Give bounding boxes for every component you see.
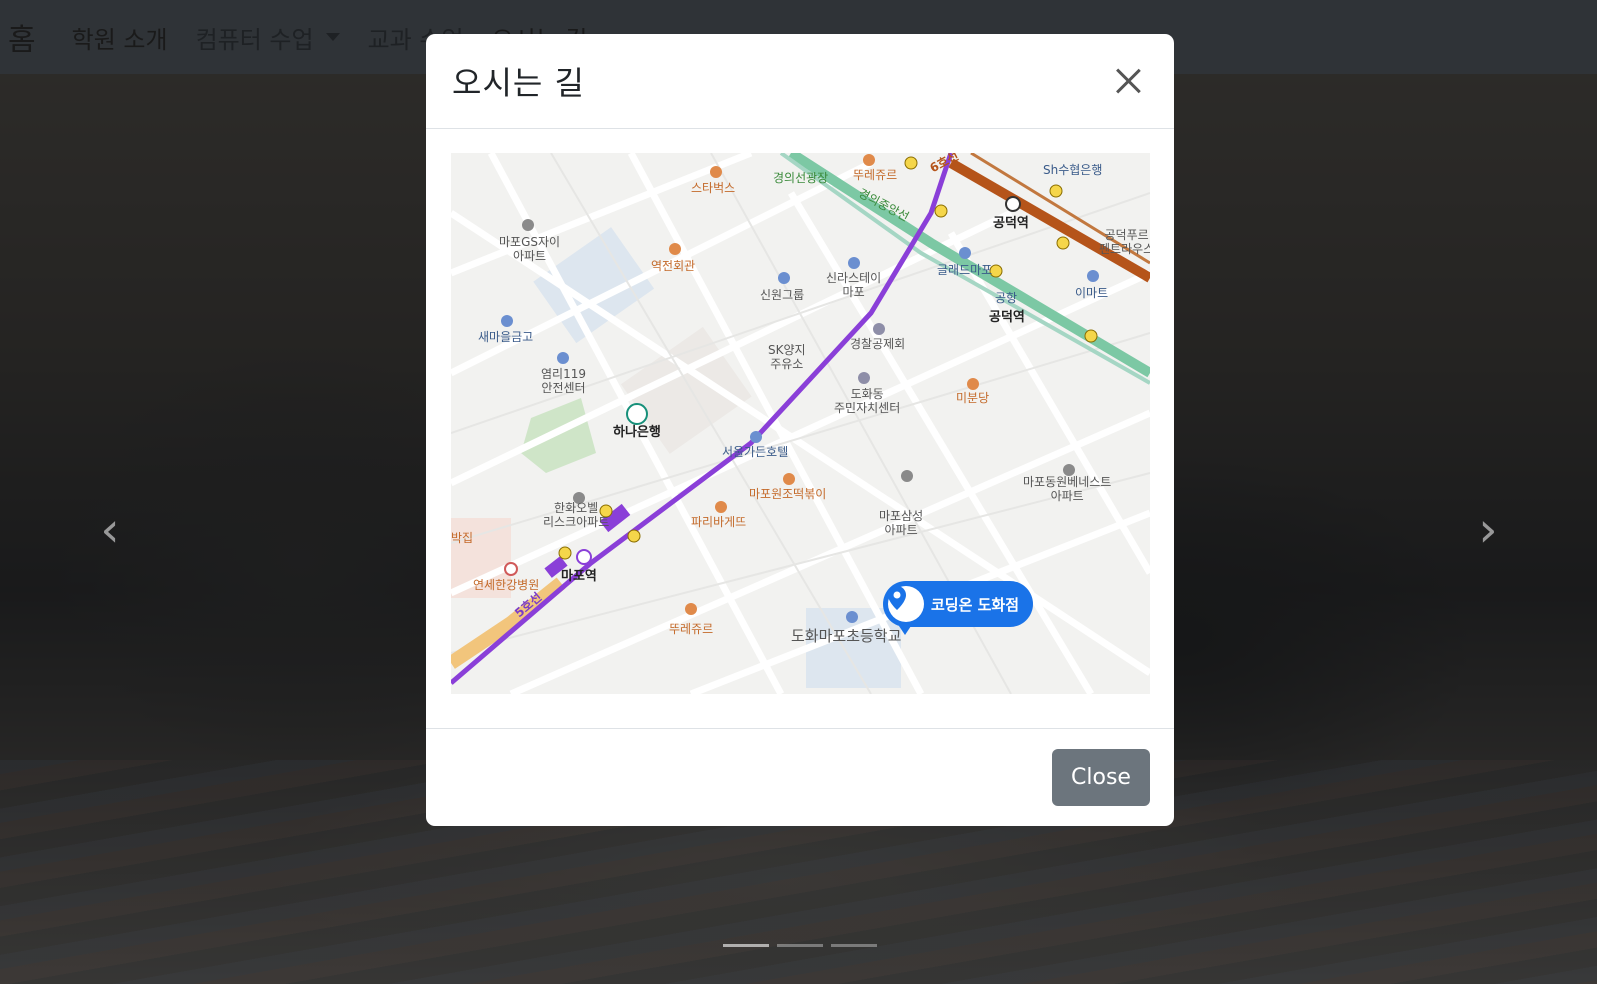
map-label: 공덕푸르 펜트라우스: [1099, 228, 1150, 256]
nav-item-about[interactable]: 학원 소개: [72, 20, 168, 55]
map-label: 공항: [995, 291, 1018, 305]
map-label: 도화마포초등학교: [791, 627, 902, 645]
map-label: 도화동 주민자치센터: [834, 387, 901, 415]
modal-header: 오시는 길: [426, 34, 1174, 129]
location-map[interactable]: 마포GS자이 아파트 스타벅스 경의선광장 뚜레쥬르 6호선 Sh수협은행 역전회…: [451, 153, 1150, 694]
map-label: 연세한강병원: [473, 578, 540, 592]
map-label: SK양지 주유소: [768, 343, 806, 371]
map-label: 마포삼성 아파트: [879, 509, 924, 537]
map-label: 글래드마포: [937, 263, 993, 277]
map-label: 마포역: [561, 569, 597, 584]
map-label: 이마트: [1075, 286, 1109, 300]
map-label: 염리119 안전센터: [541, 367, 586, 395]
map-label: 미분당: [956, 391, 990, 405]
modal-title: 오시는 길: [452, 64, 585, 102]
map-label: 하나은행: [613, 425, 661, 440]
map-label: 신원그룹: [760, 288, 805, 302]
nav-item-computer-class[interactable]: 컴퓨터 수업: [196, 20, 340, 55]
map-label: 박집: [451, 531, 474, 545]
map-label: 경찰공제회: [850, 337, 906, 351]
map-label: Sh수협은행: [1043, 163, 1103, 177]
chevron-right-icon[interactable]: ›: [1468, 505, 1508, 555]
map-label: 뚜레쥬르: [853, 168, 898, 182]
modal-footer: Close: [426, 729, 1174, 825]
map-label: 한화오벨 리스크아파트: [543, 501, 610, 529]
map-label: 새마을금고: [478, 330, 534, 344]
close-icon[interactable]: [1108, 61, 1148, 101]
chevron-left-icon[interactable]: ‹: [90, 505, 130, 555]
map-label: 공덕역: [989, 310, 1025, 325]
modal-body: 마포GS자이 아파트 스타벅스 경의선광장 뚜레쥬르 6호선 Sh수협은행 역전회…: [426, 129, 1174, 729]
map-pin-icon: [888, 586, 924, 622]
map-label: 파리바게뜨: [691, 515, 747, 529]
carousel-indicator-1[interactable]: [723, 944, 769, 947]
map-label: 마포동원베네스트 아파트: [1023, 475, 1112, 503]
pin-text: 코딩온 도화점: [931, 595, 1020, 614]
navbar-brand-home[interactable]: 홈: [8, 15, 36, 59]
caret-down-icon: [325, 33, 340, 41]
map-label: 역전회관: [651, 259, 696, 273]
map-label: 경의선광장: [773, 171, 829, 185]
map-label: 공덕역: [993, 216, 1029, 231]
location-pin-label[interactable]: 코딩온 도화점: [883, 581, 1034, 635]
pin-tail: [899, 626, 911, 635]
map-label: 마포GS자이 아파트: [499, 235, 561, 263]
directions-modal: 오시는 길 마포GS자이 아파트 스타벅스 경의선광장 뚜레쥬르 6호선 Sh수…: [426, 34, 1174, 826]
carousel-indicators: [723, 944, 877, 947]
nav-item-computer-class-label: 컴퓨터 수업: [195, 25, 314, 54]
map-label: 마포원조떡볶이: [749, 487, 827, 501]
map-label: 스타벅스: [691, 181, 736, 195]
map-label: 서울가든호텔: [722, 445, 789, 459]
close-button[interactable]: Close: [1052, 748, 1150, 806]
carousel-indicator-2[interactable]: [777, 944, 823, 947]
map-label: 신라스테이 마포: [826, 271, 882, 299]
map-label: 뚜레쥬르: [669, 622, 714, 636]
carousel-indicator-3[interactable]: [831, 944, 877, 947]
